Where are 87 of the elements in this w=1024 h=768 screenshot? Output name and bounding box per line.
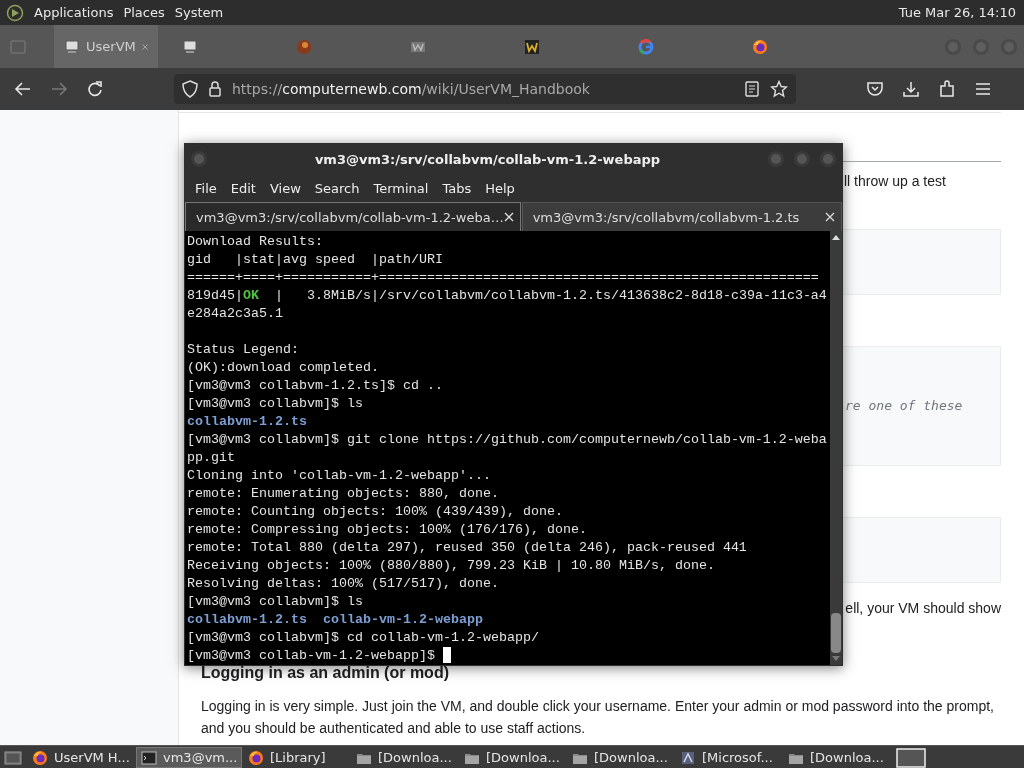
panel-menu[interactable]: Applications [34, 5, 114, 20]
terminal-line: ======+====+===========+======================================================= [187, 269, 820, 287]
pocket-icon[interactable] [866, 80, 884, 98]
clock: Tue Mar 26, 14:10 [898, 5, 1016, 20]
menu-item[interactable]: File [188, 181, 224, 196]
show-desktop-icon[interactable] [4, 749, 22, 766]
menu-icon[interactable] [974, 80, 992, 98]
tab-list-icon[interactable] [10, 39, 26, 54]
shield-icon[interactable] [182, 80, 198, 98]
close-icon[interactable] [503, 212, 514, 222]
taskbar-button[interactable]: [Library] [244, 747, 350, 768]
computer-icon [64, 38, 80, 55]
taskbar-button[interactable]: [Downloa... [460, 747, 566, 768]
terminal-line: Receiving objects: 100% (880/880), 799.23 KiB | 10.80 MiB/s, done. [187, 557, 716, 575]
terminal-line: remote: Counting objects: 100% (439/439), done. [187, 503, 564, 521]
code-comment: re one of these [845, 398, 963, 413]
terminal-tab[interactable]: vm3@vm3:/srv/collabvm/collabvm-1.2.ts [521, 202, 842, 231]
terminal-line: [vm3@vm3 collabvm]$ ls [187, 593, 364, 611]
lock-icon[interactable] [208, 81, 222, 97]
taskbar-button[interactable]: UserVM H... [28, 747, 134, 768]
url-text[interactable]: https://computernewb.com/wiki/UserVM_Handbook [232, 81, 590, 97]
menu-item[interactable]: Tabs [435, 181, 479, 196]
address-bar[interactable]: https://computernewb.com/wiki/UserVM_Handbook [174, 74, 796, 104]
terminal-line: Resolving deltas: 100% (517/517), done. [187, 575, 500, 593]
terminal-line: 819d45|OK | 3.8MiB/s|/srv/collabvm/collabvm-1.2.ts/413638c2-8d18-c39a-11c3-a4 [187, 287, 828, 305]
terminal-line: [vm3@vm3 collab-vm-1.2-webapp]$ [187, 647, 830, 665]
taskbar-button[interactable]: [Downloa... [568, 747, 674, 768]
terminal-line: [vm3@vm3 collabvm-1.2.ts]$ cd .. [187, 377, 444, 395]
reload-icon[interactable] [86, 80, 104, 98]
scroll-down-icon[interactable] [831, 655, 841, 663]
firefox-icon [32, 749, 48, 766]
menu-logo-icon[interactable] [6, 3, 24, 22]
terminal-line: collabvm-1.2.ts [187, 413, 308, 431]
download-icon[interactable] [902, 80, 920, 98]
menu-item[interactable]: Edit [223, 181, 263, 196]
firefox-icon [752, 38, 768, 55]
window-control-icon[interactable] [793, 150, 811, 168]
app-icon [680, 749, 696, 766]
browser-tab[interactable]: UserVM [54, 25, 158, 68]
back-icon[interactable] [14, 80, 32, 98]
taskbar-button[interactable]: [Downloa... [352, 747, 458, 768]
panel-menu[interactable]: Places [123, 5, 165, 20]
taskbar-button[interactable]: [Microsof... [676, 747, 782, 768]
panel-menu[interactable]: System [174, 5, 224, 20]
computer-icon [182, 38, 198, 55]
menu-item[interactable]: View [262, 181, 308, 196]
window-control-icon[interactable] [767, 150, 785, 168]
terminal-line: (OK):download completed. [187, 359, 380, 377]
round-logo-icon [296, 38, 312, 55]
terminal-tab[interactable]: vm3@vm3:/srv/collabvm/collab-vm-1.2-weba… [185, 202, 521, 231]
menu-item[interactable]: Help [478, 181, 522, 196]
scroll-up-icon[interactable] [831, 233, 841, 241]
terminal-line: Status Legend: [187, 341, 300, 359]
terminal-line: pp.git [187, 449, 236, 467]
scrollbar[interactable] [830, 231, 842, 665]
menu-item[interactable]: Terminal [366, 181, 436, 196]
star-icon[interactable] [770, 80, 788, 98]
terminal-line: [vm3@vm3 collabvm]$ git clone https://github.com/computernewb/collab-vm-1.2-weba [187, 431, 828, 449]
terminal-line: Cloning into 'collab-vm-1.2-webapp'... [187, 467, 492, 485]
terminal-line: [vm3@vm3 collabvm]$ cd collab-vm-1.2-webapp/ [187, 629, 540, 647]
taskbar-button[interactable]: [Downloa... [784, 747, 890, 768]
puzzle-icon[interactable] [938, 80, 956, 98]
firefox-icon [248, 749, 264, 766]
window-title: vm3@vm3:/srv/collabvm/collab-vm-1.2-webapp [313, 151, 662, 167]
close-icon[interactable] [825, 212, 835, 222]
google-icon [638, 38, 654, 55]
w-square-icon [524, 38, 540, 55]
paragraph-text: ell, your VM should show [845, 599, 1001, 617]
scroll-thumb[interactable] [831, 613, 841, 653]
taskbar-button[interactable]: vm3@vm... [136, 747, 242, 768]
window-control-icon[interactable] [819, 150, 837, 168]
workspace-icon[interactable] [896, 747, 926, 768]
terminal-line: remote: Total 880 (delta 297), reused 350 (delta 246), pack-reused 441 [187, 539, 748, 557]
terminal-line: remote: Compressing objects: 100% (176/176), done. [187, 521, 588, 539]
window-menu-icon[interactable] [190, 150, 208, 168]
section-heading: Logging in as an admin (or mod) [201, 663, 450, 683]
terminal-line: [vm3@vm3 collabvm]$ ls [187, 395, 364, 413]
terminal-line: gid |stat|avg speed |path/URI [187, 251, 444, 269]
paragraph: Logging in is very simple. Just join the VM, and double click your username. Enter your admin or mod password into the prompt, and you should be authenticated and able to use staff actions. [201, 697, 995, 738]
terminal-line: e284a2c3a5.1 [187, 305, 284, 323]
terminal-line: Download Results: [187, 233, 324, 251]
terminal-icon [141, 749, 157, 766]
terminal-line: collabvm-1.2.ts collab-vm-1.2-webapp [187, 611, 484, 629]
paragraph-text: ll throw up a test [844, 172, 946, 190]
terminal-line: remote: Enumerating objects: 880, done. [187, 485, 500, 503]
reader-view-icon[interactable] [744, 81, 760, 97]
menu-item[interactable]: Search [307, 181, 367, 196]
